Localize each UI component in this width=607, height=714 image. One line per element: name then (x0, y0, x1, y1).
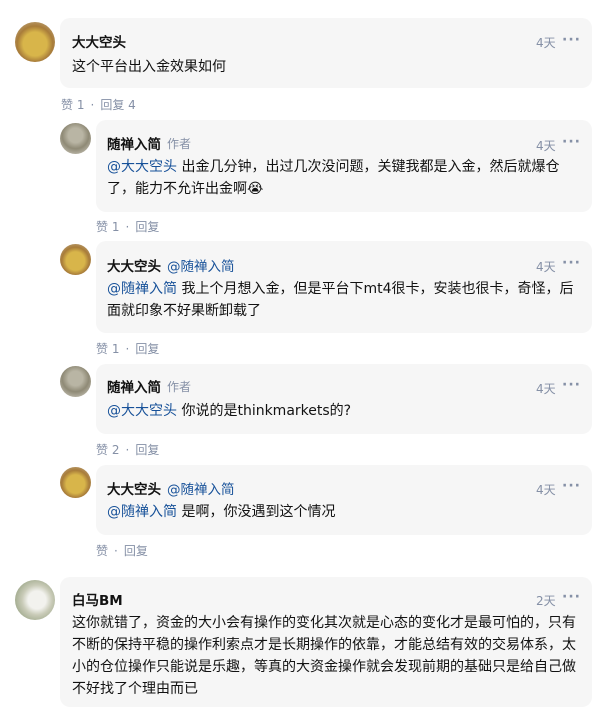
mention-link[interactable]: @随禅入简 (107, 504, 177, 520)
comment-time: 2天 (536, 594, 556, 608)
reply-button[interactable]: 回复 (135, 342, 159, 356)
like-button[interactable]: 赞 1 (96, 342, 119, 356)
reply-button[interactable]: 回复 (135, 443, 159, 457)
separator-dot: · (90, 98, 95, 112)
reply-to-link[interactable]: @随禅入简 (167, 255, 235, 275)
comment-time: 4天 (536, 260, 556, 274)
mention-link[interactable]: @大大空头 (107, 403, 177, 419)
comment-author[interactable]: 大大空头 (107, 255, 161, 275)
like-button[interactable]: 赞 1 (96, 220, 119, 234)
more-options-icon[interactable]: ··· (562, 32, 581, 48)
comment-text: @随禅入简 我上个月想入金，但是平台下mt4很卡，安装也很卡，奇怪，后面就印象不… (107, 278, 582, 322)
separator-dot: · (125, 220, 130, 234)
more-options-icon[interactable]: ··· (562, 478, 581, 494)
comment-actions: 赞 · 回复 (96, 542, 148, 559)
comment-author[interactable]: 白马BM (72, 589, 123, 609)
comment-text: @大大空头 出金几分钟，出过几次没问题，关键我都是入金，然后就爆仓了，能力不允许… (107, 156, 582, 200)
comment-time: 4天 (536, 483, 556, 497)
author-tag: 作者 (167, 380, 192, 394)
like-button[interactable]: 赞 1 (61, 98, 84, 112)
like-count: 2 (111, 443, 120, 457)
more-options-icon[interactable]: ··· (562, 589, 581, 605)
like-label: 赞 (96, 342, 109, 356)
comment-time: 4天 (536, 36, 556, 50)
comment-text-body: 这个平台出入金效果如何 (72, 59, 226, 75)
comment-author[interactable]: 大大空头 (107, 478, 161, 498)
avatar[interactable] (60, 467, 91, 498)
comment-text-body: 你说的是thinkmarkets的? (181, 403, 352, 419)
comment-actions: 赞 1 · 回复 (96, 340, 159, 357)
more-options-icon[interactable]: ··· (562, 377, 581, 393)
reply-button[interactable]: 回复 (124, 544, 148, 558)
comment-author[interactable]: 随禅入简 (107, 133, 161, 153)
avatar[interactable] (15, 580, 55, 620)
mention-link[interactable]: @随禅入简 (107, 281, 177, 297)
separator-dot: · (114, 544, 118, 558)
comment-author[interactable]: 随禅入简 (107, 376, 161, 396)
comment-time: 4天 (536, 139, 556, 153)
comment-text: 这你就错了，资金的大小会有操作的变化其次就是心态的变化才是最可怕的，只有不断的保… (72, 612, 584, 700)
separator-dot: · (125, 342, 130, 356)
comment-text-body: 这你就错了，资金的大小会有操作的变化其次就是心态的变化才是最可怕的，只有不断的保… (72, 615, 576, 697)
like-count: 1 (111, 220, 120, 234)
reply-count: 4 (128, 98, 136, 112)
avatar[interactable] (15, 22, 55, 62)
comment-text-body: 是啊，你没遇到这个情况 (181, 504, 336, 520)
comment-text: 这个平台出入金效果如何 (72, 56, 582, 78)
reply-button[interactable]: 回复 (135, 220, 159, 234)
reply-to-link[interactable]: @随禅入简 (167, 478, 235, 498)
mention-link[interactable]: @大大空头 (107, 159, 177, 175)
like-label: 赞 (96, 443, 109, 457)
like-label: 赞 (96, 220, 109, 234)
comment-text: @随禅入简 是啊，你没遇到这个情况 (107, 501, 582, 523)
like-count: 1 (76, 98, 85, 112)
avatar[interactable] (60, 123, 91, 154)
like-button[interactable]: 赞 (96, 544, 108, 558)
reply-bubble (96, 364, 592, 434)
like-label: 赞 (61, 98, 74, 112)
comment-text-body: 我上个月想入金，但是平台下mt4很卡，安装也很卡，奇怪，后面就印象不好果断卸载了 (107, 281, 574, 319)
reply-label: 回复 (100, 98, 125, 112)
like-count: 1 (111, 342, 120, 356)
avatar[interactable] (60, 244, 91, 275)
comment-text: @大大空头 你说的是thinkmarkets的? (107, 400, 582, 422)
more-options-icon[interactable]: ··· (562, 134, 581, 150)
separator-dot: · (125, 443, 130, 457)
comment-time: 4天 (536, 382, 556, 396)
author-tag: 作者 (167, 137, 192, 151)
more-options-icon[interactable]: ··· (562, 255, 581, 271)
reply-button[interactable]: 回复 4 (100, 98, 135, 112)
like-button[interactable]: 赞 2 (96, 443, 119, 457)
comment-actions: 赞 2 · 回复 (96, 441, 159, 458)
comment-actions: 赞 1 · 回复 (96, 218, 159, 235)
comment-author[interactable]: 大大空头 (72, 31, 126, 51)
avatar[interactable] (60, 366, 91, 397)
comment-actions: 赞 1 · 回复 4 (61, 96, 136, 113)
reply-bubble (96, 465, 592, 535)
